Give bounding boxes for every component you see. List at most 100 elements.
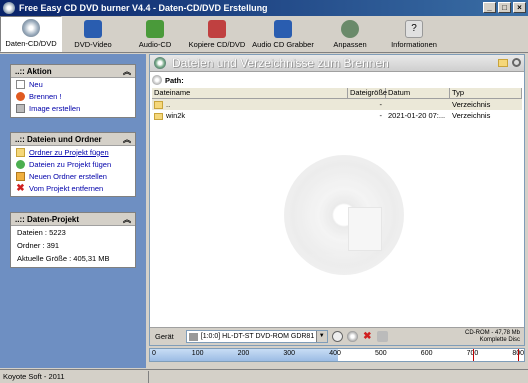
help-icon: ?	[405, 20, 423, 38]
tab-kopiere-cd-dvd[interactable]: Kopiere CD/DVD	[186, 16, 248, 52]
panel-header[interactable]: ..:: Daten-Projekt ︽	[11, 213, 135, 226]
browser-header: Dateien und Verzeichnisse zum Brennen	[150, 55, 524, 72]
scale-tick-label: 100	[191, 350, 204, 357]
window-title: Free Easy CD DVD burner V4.4 - Daten-CD/…	[19, 3, 268, 13]
scale-tick-label: 200	[237, 350, 250, 357]
tab-label: Kopiere CD/DVD	[188, 40, 246, 49]
column-header-type[interactable]: Typ	[450, 88, 522, 98]
title-bar: Free Easy CD DVD burner V4.4 - Daten-CD/…	[0, 0, 528, 16]
status-bar: Koyote Soft - 2011	[0, 369, 528, 383]
tab-label: Audio-CD	[138, 40, 172, 49]
action-new[interactable]: Neu	[11, 78, 135, 90]
row-size: -	[379, 111, 383, 120]
image-icon	[16, 103, 25, 113]
actions-panel: ..:: Aktion ︽ Neu Brennen ! Image erstel…	[10, 64, 136, 118]
erase-icon[interactable]: ✖	[362, 331, 373, 342]
column-header-size[interactable]: Dateigröße	[348, 88, 387, 98]
row-size: -	[379, 100, 383, 109]
column-header-date[interactable]: Datum	[386, 88, 450, 98]
scale-tick-label: 300	[283, 350, 296, 357]
action-label: Dateien zu Projekt fügen	[29, 159, 112, 169]
tab-dvd-video[interactable]: DVD-Video	[62, 16, 124, 52]
table-row[interactable]: .. - Verzeichnis	[152, 99, 522, 110]
project-size: Aktuelle Größe : 405,31 MB	[17, 254, 110, 263]
device-select[interactable]: [1:0:0] HL-DT-ST DVD-ROM GDR81 ▼	[185, 330, 328, 343]
maximize-button[interactable]: □	[498, 2, 511, 13]
action-label: Neu	[29, 79, 43, 89]
capacity-overburn-marker	[518, 349, 520, 361]
device-bar: Gerät [1:0:0] HL-DT-ST DVD-ROM GDR81 ▼ ✖…	[150, 327, 524, 345]
action-remove[interactable]: ✖ Vom Projekt entfernen	[11, 182, 135, 194]
project-folder-count: Ordner : 391	[17, 241, 60, 250]
disc-icon	[154, 57, 166, 69]
device-selected: [1:0:0] HL-DT-ST DVD-ROM GDR81	[200, 333, 315, 340]
capacity-scale: 0100200300400500600700800	[149, 348, 525, 362]
panel-title: ..:: Daten-Projekt	[15, 214, 80, 224]
action-add-files[interactable]: Dateien zu Projekt fügen	[11, 158, 135, 170]
panel-header[interactable]: ..:: Dateien und Ordner ︽	[11, 133, 135, 146]
tab-label: DVD-Video	[74, 40, 112, 49]
status-text: Koyote Soft - 2011	[3, 370, 149, 383]
panel-title: ..:: Aktion	[15, 66, 52, 76]
device-info-capacity: CD-ROM - 47,78 Mb	[464, 329, 520, 336]
browser-title: Dateien und Verzeichnisse zum Brennen	[172, 56, 389, 70]
close-button[interactable]: ×	[513, 2, 526, 13]
scale-tick-label: 600	[420, 350, 433, 357]
add-folder-icon	[16, 147, 25, 157]
parent-folder-icon	[154, 101, 163, 109]
tab-label: Informationen	[391, 40, 437, 49]
chevron-up-icon[interactable]: ︽	[123, 214, 131, 225]
scale-tick-label: 400	[329, 350, 341, 357]
tab-daten-cd-dvd[interactable]: Daten-CD/DVD	[0, 16, 62, 52]
row-name: win2k	[166, 111, 186, 120]
column-header-name[interactable]: Dateiname	[152, 88, 348, 98]
table-header: Dateiname Dateigröße Datum Typ	[152, 88, 522, 99]
action-burn[interactable]: Brennen !	[11, 90, 135, 102]
dvd-video-icon	[84, 20, 102, 38]
action-label: Vom Projekt entfernen	[29, 183, 104, 193]
search-icon[interactable]	[512, 58, 521, 67]
add-files-icon	[16, 159, 25, 169]
action-label: Neuen Ordner erstellen	[29, 171, 107, 181]
chevron-down-icon[interactable]: ▼	[315, 331, 327, 342]
action-create-image[interactable]: Image erstellen	[11, 102, 135, 114]
panel-header[interactable]: ..:: Aktion ︽	[11, 65, 135, 78]
tab-anpassen[interactable]: Anpassen	[318, 16, 382, 52]
app-disc-icon	[3, 2, 15, 14]
data-disc-icon	[22, 19, 40, 37]
new-folder-icon	[16, 171, 25, 181]
files-folders-panel: ..:: Dateien und Ordner ︽ Ordner zu Proj…	[10, 132, 136, 197]
tab-informationen[interactable]: ? Informationen	[382, 16, 446, 52]
folder-open-icon[interactable]	[498, 59, 508, 67]
new-document-icon	[16, 79, 25, 89]
tab-label: Daten-CD/DVD	[5, 39, 57, 48]
main-toolbar: Daten-CD/DVD DVD-Video Audio-CD Kopiere …	[0, 16, 528, 53]
eject-icon[interactable]	[331, 331, 343, 342]
row-name: ..	[166, 99, 171, 109]
gear-icon	[341, 20, 359, 38]
scale-tick-label: 0	[152, 350, 156, 357]
action-label: Brennen !	[29, 91, 62, 101]
device-info-mode: Komplette Disc	[479, 336, 520, 343]
panel-title: ..:: Dateien und Ordner	[15, 134, 102, 144]
chevron-up-icon[interactable]: ︽	[123, 134, 131, 145]
tab-label: Audio CD Grabber	[252, 40, 314, 49]
tab-audio-cd-grabber[interactable]: Audio CD Grabber	[248, 16, 318, 52]
file-table: Dateiname Dateigröße Datum Typ .. - Verz…	[152, 88, 522, 121]
project-panel: ..:: Daten-Projekt ︽ Dateien : 5223 Ordn…	[10, 212, 136, 268]
path-row: Path:	[152, 74, 184, 86]
device-label: Gerät	[155, 332, 174, 341]
action-new-folder[interactable]: Neuen Ordner erstellen	[11, 170, 135, 182]
grabber-icon	[274, 20, 292, 38]
disc-settings-icon[interactable]	[376, 331, 388, 342]
tab-audio-cd[interactable]: Audio-CD	[124, 16, 186, 52]
action-label: Ordner zu Projekt fügen	[29, 147, 109, 157]
minimize-button[interactable]: _	[483, 2, 496, 13]
disc-info-icon[interactable]	[346, 331, 358, 342]
row-type: Verzeichnis	[452, 111, 491, 120]
capacity-limit-marker	[472, 349, 474, 361]
table-row[interactable]: win2k - 2021-01-20 07:... Verzeichnis	[152, 110, 522, 121]
action-add-folder[interactable]: Ordner zu Projekt fügen	[11, 146, 135, 158]
row-date: 2021-01-20 07:...	[388, 111, 446, 120]
chevron-up-icon[interactable]: ︽	[123, 66, 131, 77]
